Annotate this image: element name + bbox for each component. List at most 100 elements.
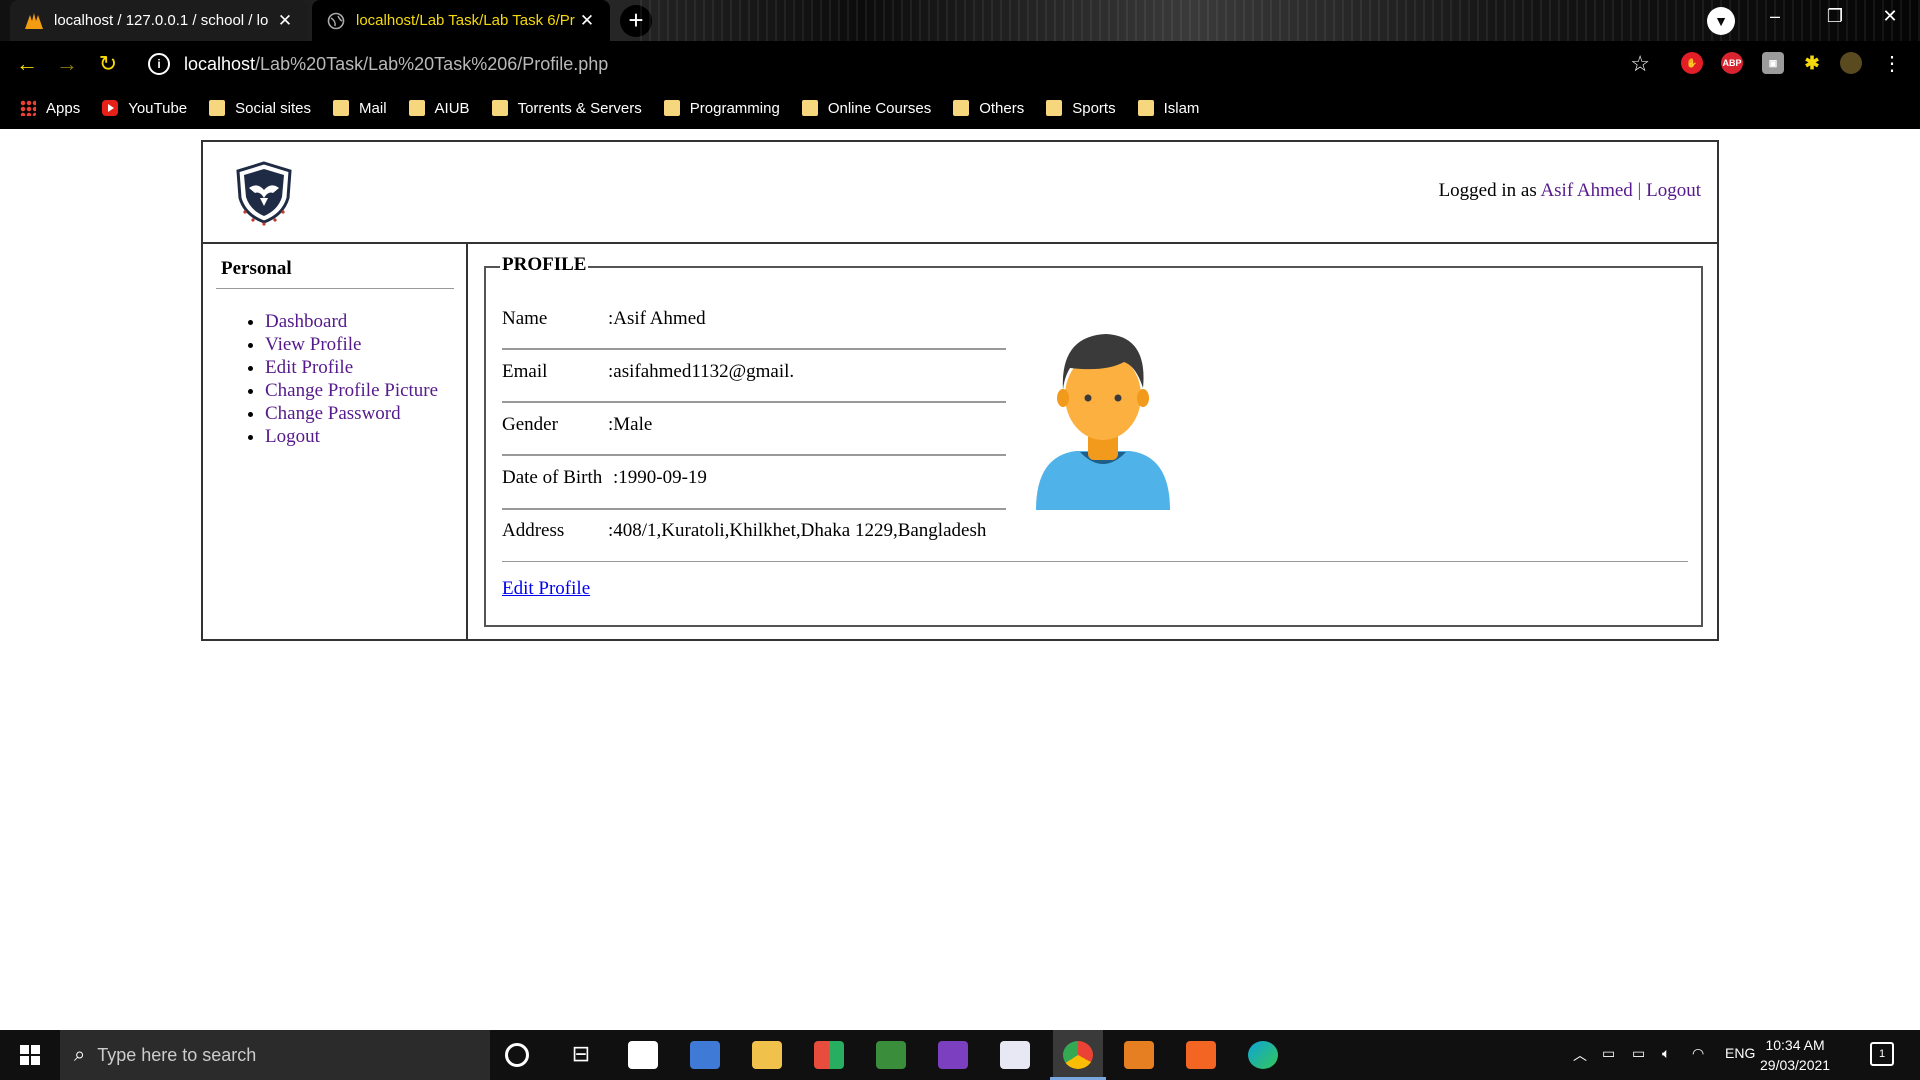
bookmark-folder-torrents[interactable]: Torrents & Servers xyxy=(491,100,642,117)
restore-icon[interactable]: ❐ xyxy=(1815,6,1855,27)
language-indicator[interactable]: ENG xyxy=(1725,1045,1755,1061)
clock-time: 10:34 AM xyxy=(1765,1037,1825,1053)
bookmark-label: Others xyxy=(979,99,1025,117)
clock-date: 29/03/2021 xyxy=(1760,1057,1831,1073)
bookmark-folder-aiub[interactable]: AIUB xyxy=(408,100,470,117)
bookmark-apps[interactable]: Apps xyxy=(20,100,80,117)
office-app-icon[interactable] xyxy=(814,1041,844,1069)
back-arrow-icon[interactable]: ← xyxy=(12,49,42,79)
wifi-icon[interactable]: ◠ xyxy=(1692,1045,1704,1062)
browser-tab-phpmyadmin[interactable]: localhost / 127.0.0.1 / school / lo ✕ xyxy=(10,0,308,41)
browser-tab-profile[interactable]: localhost/Lab Task/Lab Task 6/Pr ✕ xyxy=(312,0,610,41)
taskbar-search-box[interactable]: ⌕ Type here to search xyxy=(60,1030,490,1080)
edit-profile-link[interactable]: Edit Profile xyxy=(265,357,353,378)
puzzle-extensions-icon[interactable]: ✱ xyxy=(1801,52,1823,74)
task-view-icon[interactable]: ⊟ xyxy=(566,1041,596,1069)
header-logout-link[interactable]: Logout xyxy=(1646,180,1701,201)
extension-icon[interactable]: ▣ xyxy=(1762,52,1784,74)
taskbar-clock[interactable]: 10:34 AM 29/03/2021 xyxy=(1760,1035,1830,1075)
field-value: :Asif Ahmed xyxy=(608,308,706,329)
login-status: Logged in as Asif Ahmed | Logout xyxy=(1439,180,1701,202)
tray-chevron-icon[interactable]: ︿ xyxy=(1573,1045,1587,1065)
bookmark-folder-social-sites[interactable]: Social sites xyxy=(209,100,311,117)
cortana-icon[interactable] xyxy=(505,1043,529,1067)
section-divider xyxy=(502,561,1688,562)
folder-icon xyxy=(209,100,226,116)
bookmark-folder-programming[interactable]: Programming xyxy=(663,99,780,117)
forward-arrow-icon[interactable]: → xyxy=(52,49,82,79)
view-profile-link[interactable]: View Profile xyxy=(265,334,361,355)
volume-icon[interactable]: 🔈︎ xyxy=(1662,1045,1670,1062)
document-app-icon[interactable] xyxy=(1000,1041,1030,1069)
xampp-icon[interactable] xyxy=(1186,1041,1216,1069)
bookmark-folder-sports[interactable]: Sports xyxy=(1046,100,1116,117)
profile-picture-avatar-icon xyxy=(1036,334,1170,510)
sublime-text-icon[interactable] xyxy=(1124,1041,1154,1069)
bookmark-label: Programming xyxy=(689,99,780,117)
page-layout-table: Logged in as Asif Ahmed | Logout Persona… xyxy=(201,140,1719,641)
browser-menu-icon[interactable]: ⋮ xyxy=(1882,51,1902,76)
field-label: Name xyxy=(502,308,548,329)
bookmark-label: YouTube xyxy=(128,99,188,117)
bookmark-label: Online Courses xyxy=(827,99,932,117)
bookmark-star-icon[interactable]: ☆ xyxy=(1630,51,1650,77)
address-bar[interactable]: i localhost/Lab%20Task/Lab%20Task%206/Pr… xyxy=(138,46,1668,82)
change-password-link[interactable]: Change Password xyxy=(265,403,401,424)
search-icon: ⌕ xyxy=(74,1043,86,1066)
sidebar-title: Personal xyxy=(221,258,292,279)
battery-icon[interactable]: ▭ xyxy=(1632,1045,1645,1062)
folder-icon xyxy=(408,100,425,116)
bookmark-folder-islam[interactable]: Islam xyxy=(1137,100,1199,117)
edge-icon[interactable] xyxy=(1248,1041,1278,1069)
browser-toolbar: ← → ↻ i localhost/Lab%20Task/Lab%20Task%… xyxy=(0,41,1920,87)
close-tab-icon[interactable]: ✕ xyxy=(276,11,294,31)
tray-device-icon[interactable]: ▭ xyxy=(1602,1045,1615,1062)
folder-icon xyxy=(491,100,508,116)
dashboard-link[interactable]: Dashboard xyxy=(265,311,347,332)
chrome-profile-icon[interactable]: ▼ xyxy=(1707,7,1735,35)
close-window-icon[interactable]: ✕ xyxy=(1870,6,1910,27)
profile-legend: PROFILE xyxy=(500,254,589,276)
edit-profile-button[interactable]: Edit Profile xyxy=(502,578,590,600)
separator: | xyxy=(1637,180,1642,201)
sidebar-menu: Dashboard View Profile Edit Profile Chan… xyxy=(265,310,438,448)
adblock-extension-icon[interactable]: ✋ xyxy=(1681,52,1703,74)
sidebar-item-edit-profile: Edit Profile xyxy=(265,356,438,379)
phpmyadmin-icon xyxy=(24,11,44,31)
close-tab-icon[interactable]: ✕ xyxy=(578,11,596,31)
file-explorer-icon[interactable] xyxy=(752,1041,782,1069)
mail-icon[interactable] xyxy=(690,1041,720,1069)
visual-studio-icon[interactable] xyxy=(938,1041,968,1069)
field-label: Date of Birth xyxy=(502,467,603,488)
notification-center-icon[interactable]: 1 xyxy=(1870,1042,1894,1066)
site-info-icon[interactable]: i xyxy=(148,53,170,75)
bookmark-folder-mail[interactable]: Mail xyxy=(333,100,387,117)
bookmark-folder-others[interactable]: Others xyxy=(953,100,1024,117)
reload-icon[interactable]: ↻ xyxy=(93,49,123,79)
bookmark-folder-online-courses[interactable]: Online Courses xyxy=(801,99,932,117)
sidebar-item-change-picture: Change Profile Picture xyxy=(265,379,438,402)
search-placeholder: Type here to search xyxy=(97,1044,257,1065)
user-avatar-icon[interactable] xyxy=(1840,52,1862,74)
logged-in-label: Logged in as xyxy=(1438,180,1537,201)
windows-start-icon[interactable] xyxy=(20,1045,40,1065)
globe-icon xyxy=(326,11,346,31)
bookmark-label: Apps xyxy=(46,99,81,117)
new-tab-button[interactable]: + xyxy=(620,5,652,37)
sidebar-logout-link[interactable]: Logout xyxy=(265,426,320,447)
microsoft-store-icon[interactable] xyxy=(628,1041,658,1069)
row-divider xyxy=(502,454,1006,456)
url-text[interactable]: localhost/Lab%20Task/Lab%20Task%206/Prof… xyxy=(184,54,608,75)
image-editor-icon[interactable] xyxy=(876,1041,906,1069)
windows-taskbar: ⌕ Type here to search ⊟ ︿ ▭ ▭ 🔈︎ ◠ ENG 1… xyxy=(0,1030,1920,1080)
abp-extension-icon[interactable]: ABP xyxy=(1721,52,1743,74)
user-name-link[interactable]: Asif Ahmed xyxy=(1540,180,1632,201)
bookmark-youtube[interactable]: YouTube xyxy=(102,100,187,117)
field-value: :1990-09-19 xyxy=(613,467,707,488)
chrome-icon[interactable] xyxy=(1050,1041,1106,1080)
change-profile-picture-link[interactable]: Change Profile Picture xyxy=(265,380,438,401)
sidebar-item-dashboard: Dashboard xyxy=(265,310,438,333)
youtube-icon xyxy=(102,100,119,116)
minimize-icon[interactable]: – xyxy=(1755,6,1795,27)
url-path: /Lab%20Task/Lab%20Task%206/Profile.php xyxy=(255,53,609,74)
